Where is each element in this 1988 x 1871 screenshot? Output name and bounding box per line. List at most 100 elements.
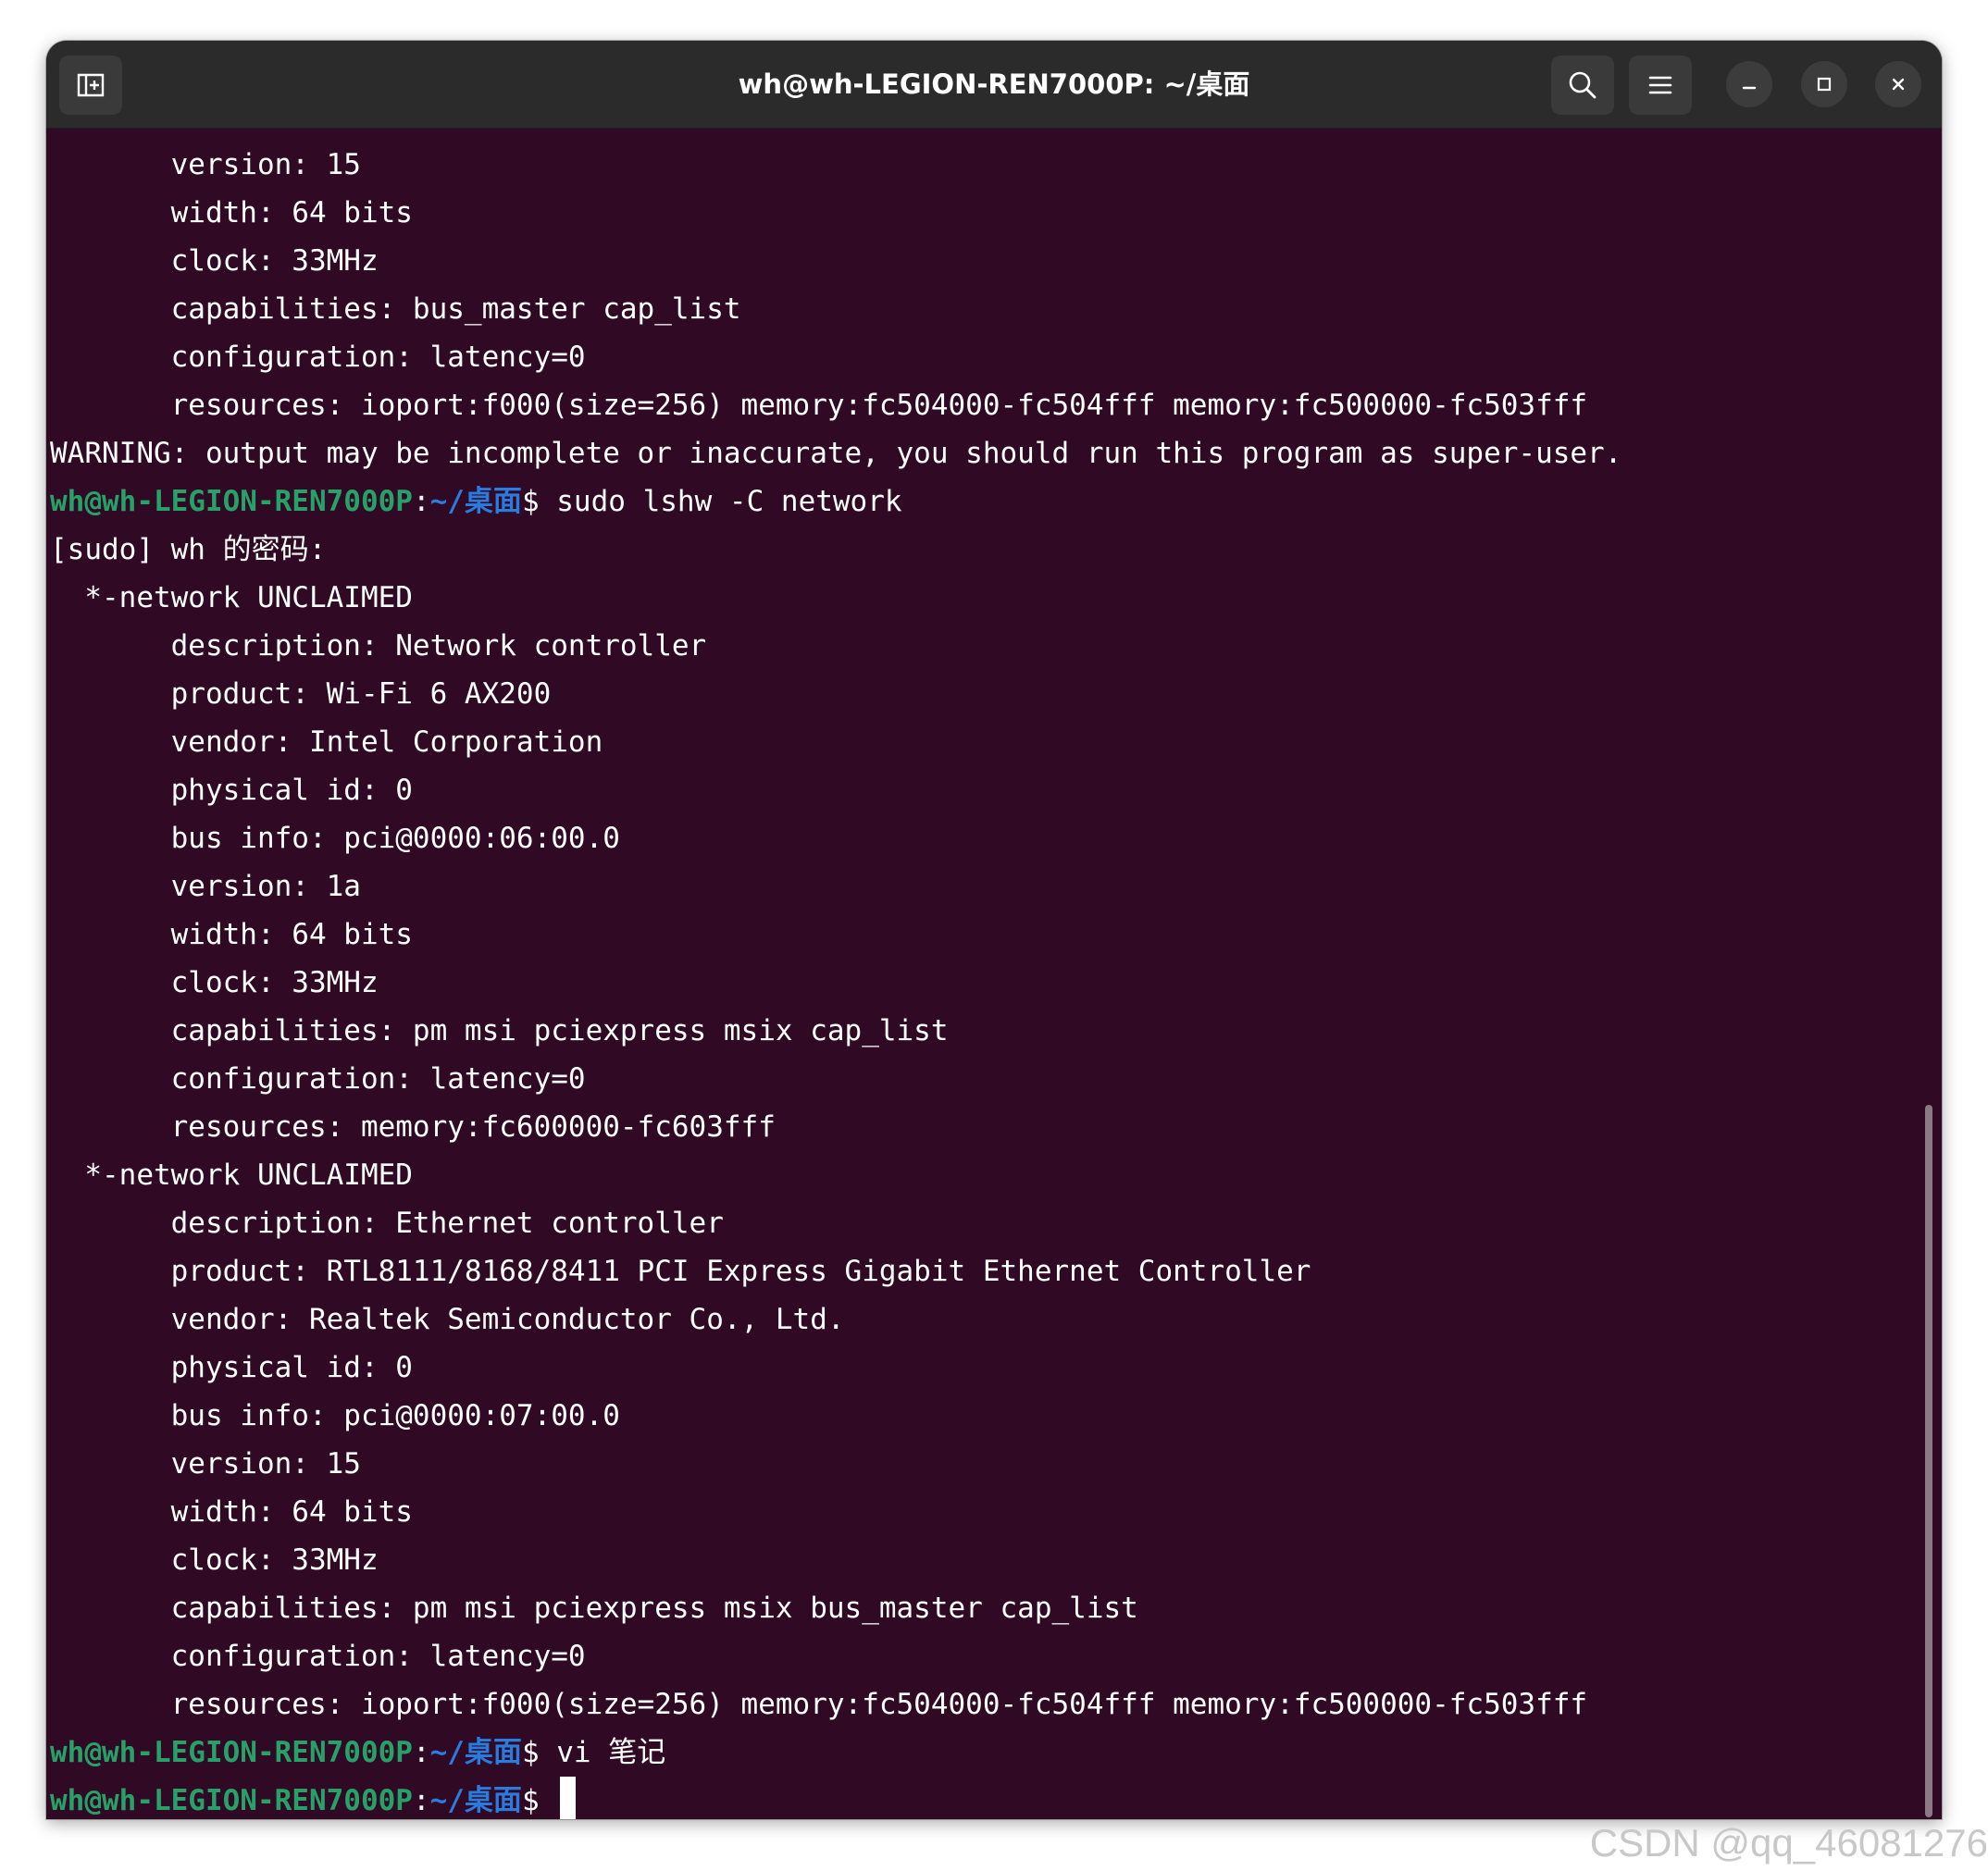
- output-line: product: Wi-Fi 6 AX200: [50, 670, 1942, 718]
- command-text: vi 笔记: [539, 1736, 666, 1769]
- output-text: *-network UNCLAIMED: [50, 581, 413, 614]
- output-text: vendor: Realtek Semiconductor Co., Ltd.: [50, 1303, 845, 1336]
- scrollbar[interactable]: [1925, 1105, 1932, 1817]
- output-line: clock: 33MHz: [50, 1536, 1942, 1584]
- output-text: resources: memory:fc600000-fc603fff: [50, 1110, 776, 1144]
- output-text: vendor: Intel Corporation: [50, 725, 603, 759]
- new-tab-icon: [77, 73, 105, 97]
- output-line: resources: ioport:f000(size=256) memory:…: [50, 381, 1942, 429]
- prompt-user-host: wh@wh-LEGION-REN7000P: [50, 1784, 413, 1817]
- output-text: version: 1a: [50, 870, 361, 903]
- prompt-user-host: wh@wh-LEGION-REN7000P: [50, 485, 413, 518]
- maximize-button[interactable]: [1801, 61, 1847, 107]
- command-text: sudo lshw -C network: [539, 485, 902, 518]
- hamburger-menu-icon: [1648, 76, 1672, 94]
- prompt-path: ~/桌面: [429, 485, 522, 518]
- output-text: physical id: 0: [50, 1351, 413, 1384]
- output-text: version: 15: [50, 1447, 361, 1481]
- output-line: bus info: pci@0000:07:00.0: [50, 1392, 1942, 1440]
- output-line: resources: memory:fc600000-fc603fff: [50, 1103, 1942, 1151]
- output-text: WARNING: output may be incomplete or ina…: [50, 437, 1622, 470]
- new-tab-button[interactable]: [59, 56, 122, 115]
- output-text: capabilities: pm msi pciexpress msix bus…: [50, 1592, 1138, 1625]
- output-line: resources: ioport:f000(size=256) memory:…: [50, 1680, 1942, 1729]
- prompt-dollar: $: [521, 1736, 540, 1769]
- title-bar[interactable]: wh@wh-LEGION-REN7000P: ~/桌面: [46, 41, 1942, 129]
- output-line: [sudo] wh 的密码:: [50, 526, 1942, 574]
- output-text: resources: ioport:f000(size=256) memory:…: [50, 1688, 1588, 1721]
- output-line: vendor: Intel Corporation: [50, 718, 1942, 766]
- output-line: width: 64 bits: [50, 189, 1942, 237]
- output-text: width: 64 bits: [50, 918, 413, 951]
- prompt-user-host: wh@wh-LEGION-REN7000P: [50, 1736, 413, 1769]
- output-text: capabilities: pm msi pciexpress msix cap…: [50, 1014, 949, 1047]
- output-line: version: 15: [50, 141, 1942, 189]
- output-text: clock: 33MHz: [50, 966, 379, 999]
- output-line: *-network UNCLAIMED: [50, 1151, 1942, 1199]
- output-line: clock: 33MHz: [50, 959, 1942, 1007]
- output-text: configuration: latency=0: [50, 1062, 586, 1096]
- output-text: width: 64 bits: [50, 196, 413, 229]
- prompt-line: wh@wh-LEGION-REN7000P:~/桌面$ sudo lshw -C…: [50, 477, 1942, 526]
- output-text: description: Network controller: [50, 629, 707, 663]
- prompt-dollar: $: [521, 1784, 540, 1817]
- output-text: bus info: pci@0000:06:00.0: [50, 822, 620, 855]
- minimize-button[interactable]: [1726, 61, 1772, 107]
- search-button[interactable]: [1551, 56, 1614, 115]
- output-line: capabilities: pm msi pciexpress msix cap…: [50, 1007, 1942, 1055]
- output-text: version: 15: [50, 148, 361, 181]
- text-cursor: [560, 1777, 577, 1819]
- output-line: width: 64 bits: [50, 1488, 1942, 1536]
- output-line: description: Ethernet controller: [50, 1199, 1942, 1247]
- output-text: description: Ethernet controller: [50, 1207, 724, 1240]
- output-line: *-network UNCLAIMED: [50, 574, 1942, 622]
- output-line: configuration: latency=0: [50, 333, 1942, 381]
- close-button[interactable]: [1875, 61, 1921, 107]
- output-line: width: 64 bits: [50, 911, 1942, 959]
- output-line: WARNING: output may be incomplete or ina…: [50, 429, 1942, 477]
- output-line: bus info: pci@0000:06:00.0: [50, 814, 1942, 862]
- output-line: configuration: latency=0: [50, 1055, 1942, 1103]
- output-text: [sudo] wh 的密码:: [50, 533, 327, 566]
- close-icon: [1892, 78, 1905, 91]
- prompt-line: wh@wh-LEGION-REN7000P:~/桌面$ vi 笔记: [50, 1729, 1942, 1777]
- search-icon: [1569, 71, 1597, 99]
- output-text: *-network UNCLAIMED: [50, 1159, 413, 1192]
- command-text: [540, 1784, 557, 1817]
- output-text: clock: 33MHz: [50, 1543, 379, 1577]
- prompt-colon: :: [412, 485, 430, 518]
- watermark: CSDN @qq_46081276: [1589, 1821, 1988, 1865]
- output-line: version: 1a: [50, 862, 1942, 911]
- prompt-colon: :: [412, 1736, 430, 1769]
- output-text: configuration: latency=0: [50, 341, 586, 374]
- output-line: description: Network controller: [50, 622, 1942, 670]
- output-line: version: 15: [50, 1440, 1942, 1488]
- output-line: capabilities: bus_master cap_list: [50, 285, 1942, 333]
- output-text: bus info: pci@0000:07:00.0: [50, 1399, 620, 1432]
- output-line: clock: 33MHz: [50, 237, 1942, 285]
- terminal-window: wh@wh-LEGION-REN7000P: ~/桌面 version: 15 …: [46, 41, 1942, 1819]
- output-text: resources: ioport:f000(size=256) memory:…: [50, 389, 1588, 422]
- output-text: capabilities: bus_master cap_list: [50, 292, 741, 326]
- output-line: configuration: latency=0: [50, 1632, 1942, 1680]
- prompt-dollar: $: [521, 485, 540, 518]
- output-text: configuration: latency=0: [50, 1640, 586, 1673]
- output-line: physical id: 0: [50, 1344, 1942, 1392]
- output-line: vendor: Realtek Semiconductor Co., Ltd.: [50, 1295, 1942, 1344]
- prompt-line: wh@wh-LEGION-REN7000P:~/桌面$: [50, 1777, 1942, 1819]
- output-text: product: RTL8111/8168/8411 PCI Express G…: [50, 1255, 1311, 1288]
- prompt-path: ~/桌面: [429, 1736, 522, 1769]
- output-text: width: 64 bits: [50, 1495, 413, 1529]
- output-line: physical id: 0: [50, 766, 1942, 814]
- output-text: product: Wi-Fi 6 AX200: [50, 677, 552, 711]
- terminal-output[interactable]: version: 15 width: 64 bits clock: 33MHz …: [46, 128, 1942, 1819]
- menu-button[interactable]: [1629, 56, 1692, 115]
- minimize-icon: [1742, 86, 1757, 90]
- output-line: capabilities: pm msi pciexpress msix bus…: [50, 1584, 1942, 1632]
- output-text: physical id: 0: [50, 774, 413, 807]
- output-line: product: RTL8111/8168/8411 PCI Express G…: [50, 1247, 1942, 1295]
- prompt-path: ~/桌面: [429, 1784, 522, 1817]
- prompt-colon: :: [412, 1784, 430, 1817]
- maximize-icon: [1817, 77, 1832, 92]
- output-text: clock: 33MHz: [50, 244, 379, 278]
